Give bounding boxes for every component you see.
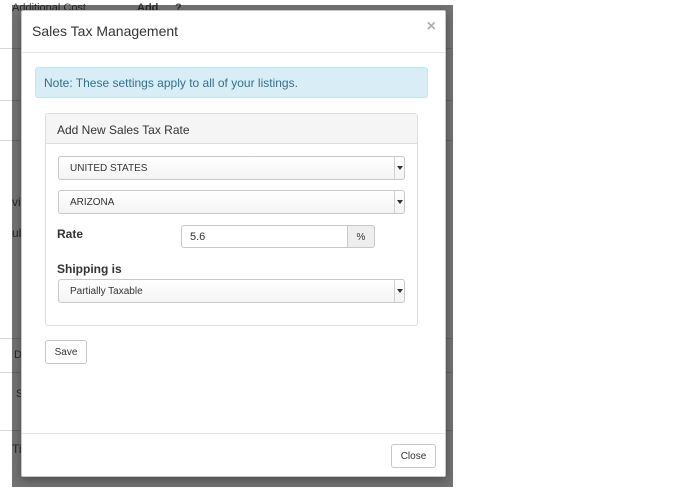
chevron-down-icon[interactable] [394,157,404,179]
shipping-label: Shipping is [57,262,122,276]
close-button[interactable]: Close [391,444,436,468]
info-alert-text: Note: These settings apply to all of you… [44,76,298,90]
state-select[interactable]: ARIZONA [58,190,405,214]
shipping-select[interactable]: Partially Taxable [58,279,405,303]
modal-header: Sales Tax Management × [22,11,445,53]
country-select-value: UNITED STATES [70,163,148,174]
rate-input[interactable] [181,225,347,248]
rate-label: Rate [57,227,84,241]
close-icon[interactable]: × [427,19,436,35]
chevron-down-icon[interactable] [394,191,404,213]
chevron-down-icon[interactable] [394,280,404,302]
modal-title: Sales Tax Management [32,23,179,39]
modal-footer: Close [22,433,445,478]
percent-addon: % [347,225,375,248]
rate-input-group: % [181,225,375,248]
add-tax-rate-panel: Add New Sales Tax Rate UNITED STATES ARI… [45,113,418,326]
state-select-value: ARIZONA [70,197,115,208]
panel-heading: Add New Sales Tax Rate [46,114,417,144]
shipping-select-value: Partially Taxable [70,286,143,297]
sales-tax-modal: Sales Tax Management × Note: These setti… [21,10,446,477]
save-button[interactable]: Save [45,340,87,364]
country-select[interactable]: UNITED STATES [58,156,405,180]
info-alert: Note: These settings apply to all of you… [35,67,428,98]
panel-heading-text: Add New Sales Tax Rate [57,123,190,137]
